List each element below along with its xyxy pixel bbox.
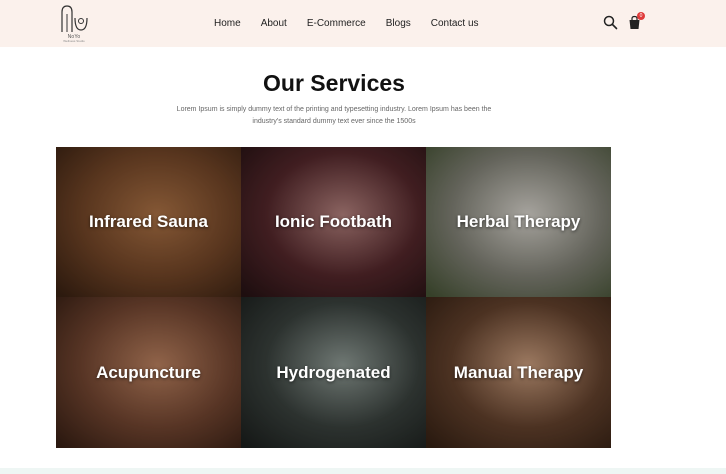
search-icon[interactable] bbox=[603, 15, 618, 30]
service-card-label: Manual Therapy bbox=[453, 362, 584, 382]
nav-blogs[interactable]: Blogs bbox=[386, 18, 411, 29]
service-card-herbal-therapy[interactable]: Herbal Therapy bbox=[426, 147, 611, 297]
service-card-ionic-footbath[interactable]: Ionic Footbath bbox=[241, 147, 426, 297]
nav-about[interactable]: About bbox=[261, 18, 287, 29]
nav-ecommerce[interactable]: E-Commerce bbox=[307, 18, 366, 29]
footer-edge bbox=[0, 468, 726, 474]
services-title: Our Services bbox=[263, 70, 405, 96]
service-card-label: Ionic Footbath bbox=[274, 212, 393, 231]
service-card-manual-therapy[interactable]: Manual Therapy bbox=[426, 297, 611, 448]
logo-icon bbox=[61, 5, 88, 32]
service-card-acupuncture[interactable]: Acupuncture bbox=[56, 297, 241, 448]
service-card-label: Herbal Therapy bbox=[456, 212, 581, 231]
service-card-infrared-sauna[interactable]: Infrared Sauna bbox=[56, 147, 241, 297]
cart-count-badge: 0 bbox=[637, 12, 645, 20]
service-card-hydrogenated[interactable]: Hydrogenated bbox=[241, 297, 426, 448]
nav-contact[interactable]: Contact us bbox=[431, 18, 479, 29]
nav-home[interactable]: Home bbox=[214, 18, 241, 29]
service-card-label: Acupuncture bbox=[96, 362, 201, 382]
main-nav: Home About E-Commerce Blogs Contact us bbox=[214, 0, 499, 47]
service-card-label: Infrared Sauna bbox=[88, 212, 209, 231]
service-card-label: Hydrogenated bbox=[276, 362, 391, 382]
services-grid: Infrared Sauna Ionic Footbath Herbal The… bbox=[56, 147, 611, 448]
services-description: Lorem Ipsum is simply dummy text of the … bbox=[176, 106, 492, 125]
site-header: NoYo Wellness Studio Home About E-Commer… bbox=[0, 0, 726, 47]
brand-logo[interactable]: NoYo Wellness Studio bbox=[57, 4, 91, 43]
brand-tagline: Wellness Studio bbox=[63, 39, 85, 43]
